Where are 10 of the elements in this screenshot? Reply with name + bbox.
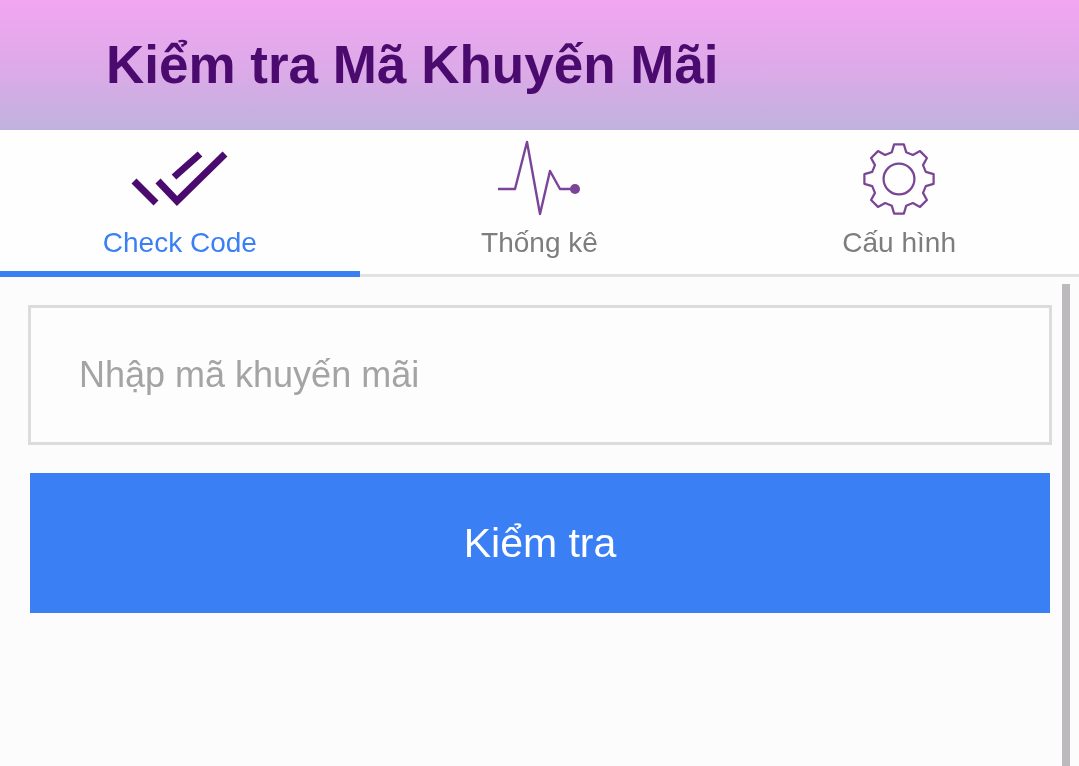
tab[interactable]: Check Code bbox=[0, 130, 360, 277]
tab[interactable]: Cấu hình bbox=[719, 130, 1079, 277]
gear-icon bbox=[862, 142, 937, 216]
scrollbar[interactable] bbox=[1062, 284, 1070, 766]
promo-code-field[interactable]: Nhập mã khuyến mãi bbox=[28, 305, 1052, 445]
tab[interactable]: Thống kê bbox=[359, 130, 720, 277]
check-button[interactable]: Kiểm tra bbox=[30, 473, 1050, 613]
app-title: Kiểm tra Mã Khuyến Mãi bbox=[106, 35, 719, 95]
double-check-icon bbox=[130, 150, 230, 207]
pulse-icon bbox=[497, 140, 582, 216]
